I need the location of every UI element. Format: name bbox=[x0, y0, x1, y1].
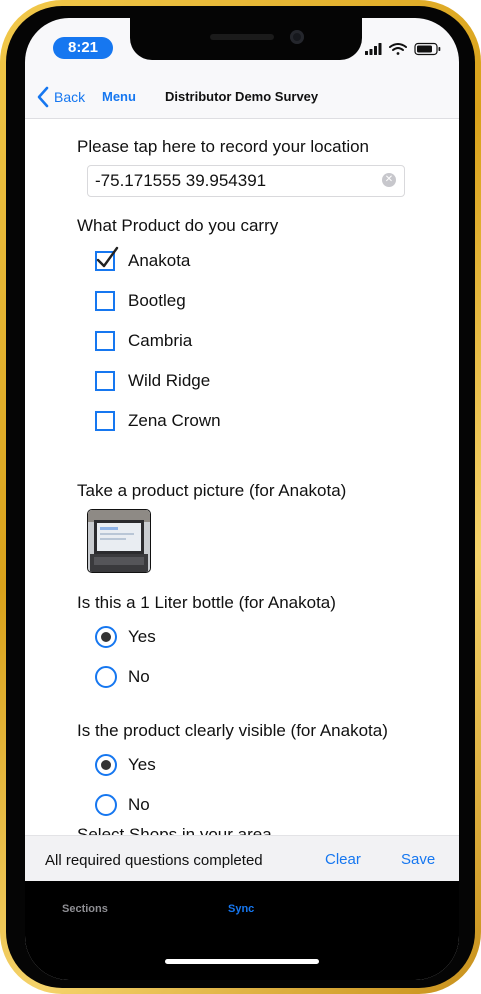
location-question[interactable]: Please tap here to record your location bbox=[77, 137, 369, 157]
front-camera bbox=[290, 30, 304, 44]
checkbox-unchecked[interactable] bbox=[95, 411, 115, 431]
visibility-question: Is the product clearly visible (for Anak… bbox=[77, 721, 388, 740]
visibility-option-yes[interactable]: Yes bbox=[95, 752, 156, 778]
checkbox-unchecked[interactable] bbox=[95, 291, 115, 311]
checkbox-unchecked[interactable] bbox=[95, 371, 115, 391]
speaker-grille bbox=[210, 34, 274, 40]
status-icons bbox=[365, 42, 445, 56]
page-title: Distributor Demo Survey bbox=[165, 89, 319, 104]
product-question: What Product do you carry bbox=[77, 216, 279, 235]
product-option-anakota[interactable]: Anakota bbox=[95, 246, 191, 274]
location-field[interactable]: -75.171555 39.954391 ✕ bbox=[87, 165, 405, 197]
back-label: Back bbox=[54, 89, 86, 105]
radio-selected[interactable] bbox=[95, 754, 117, 776]
option-label: Anakota bbox=[128, 251, 191, 270]
next-question-partial: Select Shops in your area bbox=[77, 825, 272, 835]
bottle-option-no[interactable]: No bbox=[95, 664, 150, 690]
clear-field-icon[interactable]: ✕ bbox=[382, 173, 396, 187]
notch bbox=[130, 18, 362, 60]
bottle-option-yes[interactable]: Yes bbox=[95, 624, 156, 650]
save-button[interactable]: Save bbox=[401, 851, 435, 868]
survey-form: Please tap here to record your location … bbox=[25, 119, 459, 835]
product-option-bootleg[interactable]: Bootleg bbox=[95, 288, 186, 314]
home-indicator bbox=[165, 959, 319, 964]
tab-sections[interactable]: Sections bbox=[62, 903, 108, 915]
radio-unselected[interactable] bbox=[95, 666, 117, 688]
status-time: 8:21 bbox=[53, 37, 113, 59]
phone-screen: 8:21 Back Menu Distributor Demo Survey P… bbox=[25, 18, 459, 980]
wifi-icon bbox=[389, 43, 407, 55]
product-option-wild-ridge[interactable]: Wild Ridge bbox=[95, 368, 210, 394]
visibility-option-no[interactable]: No bbox=[95, 792, 150, 818]
laptop-photo-image bbox=[88, 510, 150, 572]
tab-bar: Sections Sync bbox=[25, 881, 459, 980]
option-label: No bbox=[128, 667, 150, 686]
product-option-zena-crown[interactable]: Zena Crown bbox=[95, 408, 221, 434]
option-label: Wild Ridge bbox=[128, 371, 211, 390]
tab-sync[interactable]: Sync bbox=[228, 903, 254, 915]
option-label: Bootleg bbox=[128, 291, 186, 310]
product-option-cambria[interactable]: Cambria bbox=[95, 328, 192, 354]
bottle-question: Is this a 1 Liter bottle (for Anakota) bbox=[77, 593, 336, 612]
location-value: -75.171555 39.954391 bbox=[95, 171, 267, 190]
picture-question: Take a product picture (for Anakota) bbox=[77, 481, 347, 500]
survey-footer: All required questions completed Clear S… bbox=[25, 835, 459, 882]
option-label: Zena Crown bbox=[128, 411, 221, 430]
radio-selected[interactable] bbox=[95, 626, 117, 648]
product-photo-thumbnail[interactable] bbox=[87, 509, 151, 573]
option-label: Yes bbox=[128, 627, 156, 646]
checkbox-unchecked[interactable] bbox=[95, 331, 115, 351]
option-label: Cambria bbox=[128, 331, 193, 350]
clear-button[interactable]: Clear bbox=[325, 851, 361, 868]
battery-icon bbox=[414, 42, 441, 56]
checkmark-icon bbox=[96, 246, 119, 268]
back-button[interactable]: Back bbox=[37, 84, 85, 110]
cellular-signal-icon bbox=[365, 43, 382, 55]
option-label: Yes bbox=[128, 755, 156, 774]
checkbox-checked[interactable] bbox=[95, 246, 119, 271]
navigation-bar: Back Menu Distributor Demo Survey bbox=[25, 76, 459, 119]
option-label: No bbox=[128, 795, 150, 814]
menu-button[interactable]: Menu bbox=[102, 89, 136, 104]
completion-status: All required questions completed bbox=[45, 852, 263, 869]
chevron-left-icon bbox=[37, 86, 49, 108]
radio-unselected[interactable] bbox=[95, 794, 117, 816]
